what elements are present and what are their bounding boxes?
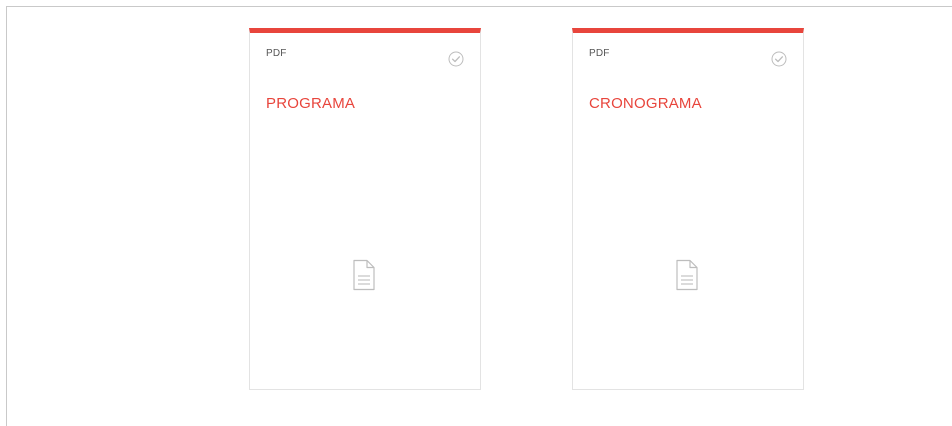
file-type-label: PDF	[589, 48, 610, 59]
check-circle-icon[interactable]	[448, 51, 464, 67]
card-title[interactable]: CRONOGRAMA	[589, 95, 702, 112]
document-card-programa[interactable]: PDF PROGRAMA	[249, 28, 481, 390]
card-title[interactable]: PROGRAMA	[266, 95, 355, 112]
file-type-label: PDF	[266, 48, 287, 59]
document-icon	[675, 259, 699, 291]
document-card-cronograma[interactable]: PDF CRONOGRAMA	[572, 28, 804, 390]
check-circle-icon[interactable]	[771, 51, 787, 67]
document-icon	[352, 259, 376, 291]
